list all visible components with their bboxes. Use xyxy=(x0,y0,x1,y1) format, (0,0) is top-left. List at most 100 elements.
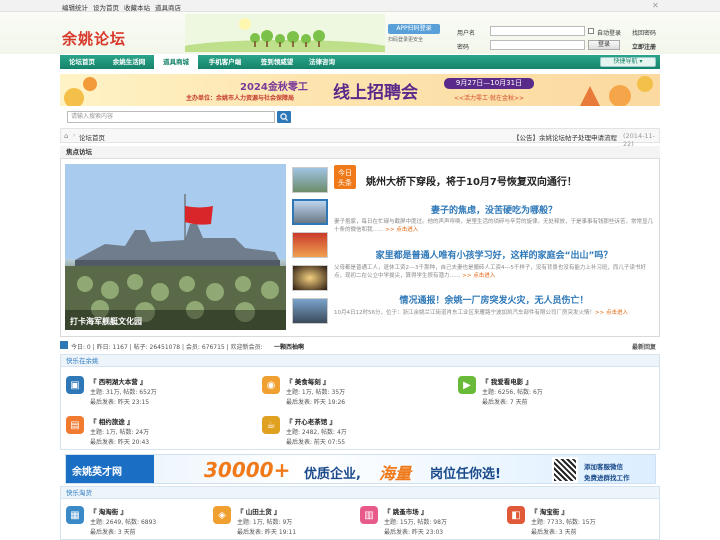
stats-text: 今日: 0 | 昨日: 1167 | 帖子: 26451078 | 会员: 67… xyxy=(71,344,263,351)
new-member-link[interactable]: 一颗西柚啊 xyxy=(274,342,304,351)
top-links: 编辑统计 设为首页 收藏本站 道具商店 xyxy=(62,2,181,12)
food-icon: ◉ xyxy=(262,376,280,394)
app-qr-login-button[interactable]: APP扫码登录 xyxy=(388,24,440,34)
site-logo[interactable]: 余姚论坛 xyxy=(62,28,126,49)
app-login-box: APP扫码登录 扫码登录更安全 xyxy=(388,24,440,43)
notice-link[interactable]: 【公告】余姚论坛帖子处理申请流程 xyxy=(513,132,617,142)
luggage-icon: ▤ xyxy=(66,416,84,434)
thumb-4[interactable] xyxy=(292,265,328,291)
ad-right-2: 免费进群找工作 xyxy=(584,474,630,482)
thumb-1[interactable] xyxy=(292,167,328,193)
nav-item-mobile[interactable]: 手机客户端 xyxy=(198,55,252,69)
breadcrumb-home[interactable]: 论坛首页 xyxy=(79,132,105,142)
forgot-password-link[interactable]: 找回密码 xyxy=(632,28,656,37)
home-icon[interactable]: ⌂ xyxy=(64,132,68,140)
headline-main[interactable]: 姚州大桥下穿段，将于10月7号恢复双向通行！ xyxy=(366,173,656,188)
breadcrumb: ⌂ › 论坛首页 【公告】余姚论坛帖子处理申请流程 (2014-11-22) xyxy=(60,128,660,148)
forum-item[interactable]: ▤ 『 相约旅途 』 主题: 1万, 帖数: 24万 最后发表: 昨天 20:4… xyxy=(66,414,256,450)
forum-stats: 今日: 0 | 昨日: 1167 | 帖子: 26451078 | 会员: 67… xyxy=(60,340,660,352)
nav-item-legal[interactable]: 法律咨询 xyxy=(302,55,342,69)
close-icon[interactable]: ✕ xyxy=(652,1,659,10)
market-icon: ▥ xyxy=(360,506,378,524)
badge-bottom: 头条 xyxy=(338,179,352,187)
nav-item-checkin[interactable]: 签到领威望 xyxy=(252,55,302,69)
forum-name[interactable]: 『 美食每刻 』 xyxy=(286,376,330,386)
headline-3-more-link[interactable]: >> 点击进入 xyxy=(462,273,495,279)
nav-item-life[interactable]: 余姚生活网 xyxy=(104,55,154,69)
search-icon xyxy=(280,113,288,121)
forum-name[interactable]: 『 我爱看电影 』 xyxy=(482,376,532,386)
forum-name[interactable]: 『 相约旅途 』 xyxy=(90,416,134,426)
auto-login-checkbox[interactable] xyxy=(588,28,594,34)
thumb-3[interactable] xyxy=(292,232,328,258)
latest-replies-link[interactable]: 最新回复 xyxy=(632,342,656,351)
forum-name[interactable]: 『 开心老茶馆 』 xyxy=(286,416,336,426)
forum-item[interactable]: ▣ 『 西明湖大本营 』 主题: 31万, 帖数: 652万 最后发表: 昨天 … xyxy=(66,374,256,410)
banner-dates: 9月27日—10月31日 xyxy=(444,78,534,89)
register-link[interactable]: 立即注册 xyxy=(632,42,656,51)
headline-2-desc: 妻子抱家，每日在忙碌与截屏中度过。他的声声呼唤，是里生活的琐碎与辛劳的旋律。无处… xyxy=(334,218,656,234)
shop-icon: ▦ xyxy=(66,506,84,524)
forum-name[interactable]: 『 山田土货 』 xyxy=(237,506,281,516)
forum-last-post: 最后发表: 昨天 23:15 xyxy=(90,399,150,406)
forum-item[interactable]: ◈ 『 山田土货 』 主题: 1万, 帖数: 9万 最后发表: 昨天 19:11 xyxy=(213,504,353,540)
username-input[interactable] xyxy=(490,26,585,36)
chevron-down-icon: ▾ xyxy=(639,58,643,65)
breadcrumb-separator: › xyxy=(73,132,76,139)
thumb-2[interactable] xyxy=(292,199,328,225)
recruitment-banner[interactable]: 2024金秋零工 主办单位：余姚市人力资源与社会保障局 线上招聘会 9月27日—… xyxy=(60,74,660,106)
headline-2-more-link[interactable]: >> 点击进入 xyxy=(385,227,418,233)
login-button[interactable]: 登录 xyxy=(588,40,620,50)
quick-nav-label: 快捷导航 xyxy=(613,58,638,65)
headline-4-more-link[interactable]: >> 点击进入 xyxy=(595,310,628,316)
headline-2[interactable]: 妻子的焦虑，没苦硬吃为哪般？ xyxy=(332,203,656,216)
qr-code-icon xyxy=(552,457,578,483)
ad-text-2: 海量 xyxy=(379,464,412,483)
forum-stat: 主题: 31万, 帖数: 652万 xyxy=(90,389,157,396)
banner-slogan: <<活力零工·就在金秋>> xyxy=(453,95,525,102)
headline-3[interactable]: 家里都是普通人唯有小孩学习好，这样的家庭会“出山”吗？ xyxy=(332,248,656,261)
forum-stat: 主题: 1万, 帖数: 24万 xyxy=(90,429,150,436)
headline-4[interactable]: 情况通报！余姚一厂房突发火灾，无人员伤亡！ xyxy=(332,293,656,306)
bag-icon: ◈ xyxy=(213,506,231,524)
banner-main: 线上招聘会 xyxy=(333,83,418,103)
forum-stat: 主题: 15万, 帖数: 98万 xyxy=(384,519,447,526)
focus-slide[interactable]: 打卡海军舰艇文化园 xyxy=(65,164,286,330)
thumb-5[interactable] xyxy=(292,298,328,324)
nav-item-props-mall[interactable]: 道具商城 xyxy=(154,55,198,69)
forum-item[interactable]: ◧ 『 淘宝街 』 主题: 7733, 帖数: 15万 最后发表: 3 天前 xyxy=(507,504,647,540)
taobao-icon: ◧ xyxy=(507,506,525,524)
forum-item[interactable]: ▶ 『 我爱看电影 』 主题: 6256, 帖数: 6万 最后发表: 7 天前 xyxy=(458,374,648,410)
badge-top: 今日 xyxy=(338,169,352,177)
forum-name[interactable]: 『 淘宝街 』 xyxy=(531,506,568,516)
forum-last-post: 最后发表: 昨天 19:11 xyxy=(237,529,297,536)
headline-4-desc: 10月4日12时56分，位于：浙江余姚兰江街道肖东工业区来雁路宁波加凯汽车部件有… xyxy=(334,309,656,317)
nav-item-home[interactable]: 论坛首页 xyxy=(60,55,104,69)
section-1-title: 快乐在余姚 xyxy=(61,355,659,367)
password-input[interactable] xyxy=(490,40,585,50)
top-link-homepage[interactable]: 设为首页 xyxy=(93,2,119,12)
headline-2-desc-text: 妻子抱家，每日在忙碌与截屏中度过。他的声声呼唤，是里生活的琐碎与辛劳的旋律。无处… xyxy=(334,219,654,233)
forum-last-post: 最后发表: 前天 07:55 xyxy=(286,439,346,446)
forum-name[interactable]: 『 跳蚤市场 』 xyxy=(384,506,428,516)
section-2-title: 快乐淘货 xyxy=(61,487,659,499)
talent-ad-banner[interactable]: 余姚英才网 30000+ 优质企业, 海量 岗位任你选! 添加客服微信 免费进群… xyxy=(65,454,656,484)
forum-name[interactable]: 『 西明湖大本营 』 xyxy=(90,376,147,386)
search-button[interactable] xyxy=(277,111,291,123)
forum-item[interactable]: ◉ 『 美食每刻 』 主题: 1万, 帖数: 35万 最后发表: 昨天 19:2… xyxy=(262,374,452,410)
auto-login-label: 自动登录 xyxy=(597,30,622,37)
forum-name[interactable]: 『 淘淘街 』 xyxy=(90,506,127,516)
top-link-stats[interactable]: 编辑统计 xyxy=(62,2,88,12)
top-link-bookmark[interactable]: 收藏本站 xyxy=(124,2,150,12)
app-login-sub: 扫码登录更安全 xyxy=(388,37,424,43)
forum-last-post: 最后发表: 7 天前 xyxy=(482,399,528,406)
search-input[interactable]: 请输入搜索内容 xyxy=(67,111,275,123)
main-nav: 论坛首页 余姚生活网 道具商城 手机客户端 签到领威望 法律咨询 xyxy=(60,55,660,69)
username-label: 用户名 xyxy=(457,30,476,37)
quick-nav-button[interactable]: 快捷导航 ▾ xyxy=(600,57,656,67)
password-label: 密码 xyxy=(457,44,470,51)
top-link-shop[interactable]: 道具商店 xyxy=(155,2,181,12)
forum-item[interactable]: ▦ 『 淘淘街 』 主题: 2649, 帖数: 6893 最后发表: 3 天前 xyxy=(66,504,206,540)
forum-item[interactable]: ▥ 『 跳蚤市场 』 主题: 15万, 帖数: 98万 最后发表: 昨天 23:… xyxy=(360,504,500,540)
forum-item[interactable]: ☕ 『 开心老茶馆 』 主题: 2482, 帖数: 4万 最后发表: 前天 07… xyxy=(262,414,452,450)
